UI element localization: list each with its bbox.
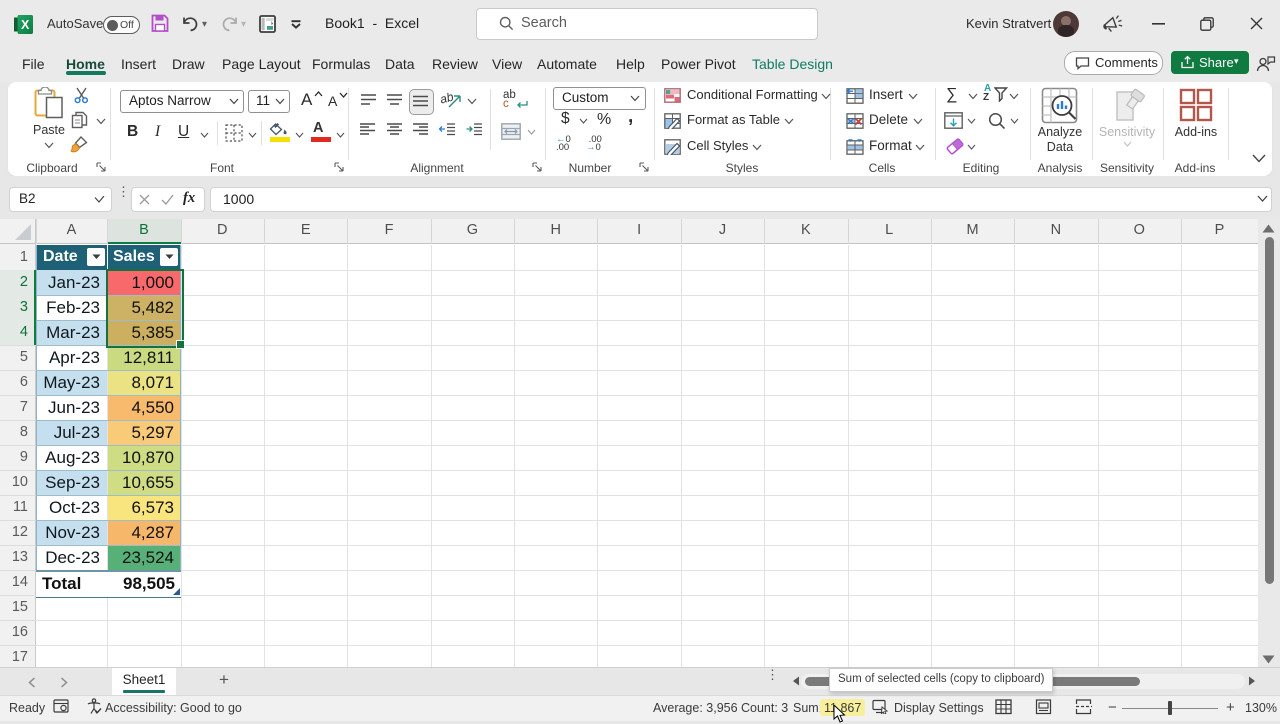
svg-text:X: X bbox=[21, 18, 30, 32]
